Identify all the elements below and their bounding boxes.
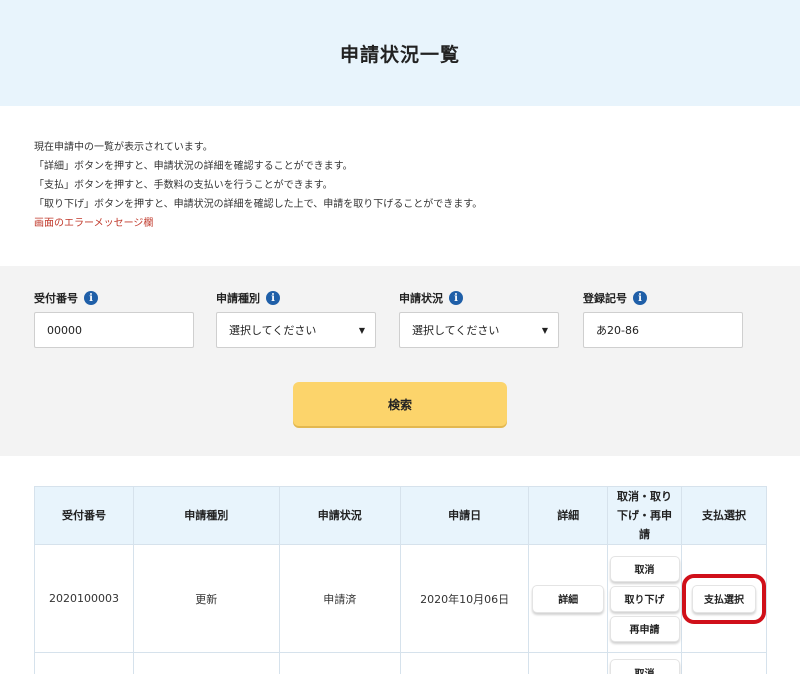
cell-application-status: 申請済 — [278, 544, 401, 653]
intro-line: 現在申請中の一覧が表示されています。 — [34, 142, 213, 153]
detail-button[interactable]: 詳細 — [532, 584, 605, 613]
intro-text: 現在申請中の一覧が表示されています。 「詳細」ボタンを押すと、申請状況の詳細を確… — [34, 138, 482, 233]
withdraw-button[interactable]: 取り下げ — [609, 585, 680, 612]
info-icon[interactable]: i — [266, 291, 280, 305]
applications-table: 受付番号 申請種別 申請状況 申請日 詳細 取消・取り下げ・再申請 支払選択 2… — [34, 486, 768, 674]
cell-detail — [528, 652, 609, 674]
highlight-outline: 支払選択 — [681, 573, 766, 624]
cell-application-date: 2020年10月06日 — [399, 544, 530, 653]
cancel-button[interactable]: 取消 — [609, 659, 680, 674]
registration-mark-input[interactable]: あ20-86 — [583, 312, 743, 348]
table-header-row: 受付番号 申請種別 申請状況 申請日 詳細 取消・取り下げ・再申請 支払選択 — [34, 486, 768, 545]
application-status-field: 申請状況 i 選択してください ▼ — [399, 290, 559, 348]
intro-line: 「詳細」ボタンを押すと、申請状況の詳細を確認することができます。 — [34, 161, 353, 172]
col-header-payment-select: 支払選択 — [680, 486, 768, 545]
payment-select-button[interactable]: 支払選択 — [691, 584, 756, 613]
chevron-down-icon: ▼ — [541, 326, 548, 335]
action-buttons: 取消 取り下げ 再申請 — [608, 555, 681, 642]
application-type-select[interactable]: 選択してください ▼ — [216, 312, 376, 348]
info-icon[interactable]: i — [633, 291, 647, 305]
table-row: 2020100003 更新 申請済 2020年10月06日 詳細 取消 取り下げ… — [34, 544, 768, 653]
cell-application-status — [278, 652, 401, 674]
page-title: 申請状況一覧 — [339, 43, 460, 66]
info-icon[interactable]: i — [84, 291, 98, 305]
cell-application-type: 更新 — [132, 544, 280, 653]
search-panel: 受付番号 i 00000 申請種別 i 選択してください ▼ 申請状況 i 選択… — [0, 266, 800, 456]
col-header-cancel-actions: 取消・取り下げ・再申請 — [607, 486, 682, 545]
registration-mark-label: 登録記号 i — [583, 290, 743, 306]
receipt-number-input[interactable]: 00000 — [34, 312, 194, 348]
receipt-number-field: 受付番号 i 00000 — [34, 290, 194, 348]
application-type-field: 申請種別 i 選択してください ▼ — [216, 290, 376, 348]
receipt-number-label: 受付番号 i — [34, 290, 194, 306]
info-icon[interactable]: i — [449, 291, 463, 305]
page-header: 申請状況一覧 — [0, 0, 800, 106]
cell-cancel-actions: 取消 取り下げ 再申請 — [607, 544, 682, 653]
application-type-label: 申請種別 i — [216, 290, 376, 306]
cell-detail: 詳細 — [528, 544, 609, 653]
cell-cancel-actions: 取消 — [607, 652, 682, 674]
table-row: 取消 — [34, 652, 768, 674]
cell-application-date — [399, 652, 530, 674]
reapply-button[interactable]: 再申請 — [609, 615, 680, 642]
cancel-button[interactable]: 取消 — [609, 555, 680, 582]
error-message: 画面のエラーメッセージ欄 — [34, 218, 154, 229]
cell-application-type — [132, 652, 280, 674]
col-header-application-type: 申請種別 — [132, 486, 280, 545]
intro-line: 「取り下げ」ボタンを押すと、申請状況の詳細を確認した上で、申請を取り下げることが… — [34, 199, 483, 210]
col-header-application-date: 申請日 — [399, 486, 530, 545]
cell-receipt-number: 2020100003 — [34, 544, 134, 653]
cell-receipt-number — [34, 652, 134, 674]
registration-mark-field: 登録記号 i あ20-86 — [583, 290, 743, 348]
col-header-detail: 詳細 — [528, 486, 609, 545]
intro-line: 「支払」ボタンを押すと、手数料の支払いを行うことができます。 — [34, 180, 333, 191]
application-status-label: 申請状況 i — [399, 290, 559, 306]
application-status-select[interactable]: 選択してください ▼ — [399, 312, 559, 348]
col-header-receipt-number: 受付番号 — [34, 486, 134, 545]
search-button[interactable]: 検索 — [293, 382, 507, 426]
action-buttons: 取消 — [608, 659, 681, 674]
cell-payment-select — [680, 652, 768, 674]
chevron-down-icon: ▼ — [358, 326, 365, 335]
cell-payment-select: 支払選択 — [680, 544, 768, 653]
col-header-application-status: 申請状況 — [278, 486, 401, 545]
